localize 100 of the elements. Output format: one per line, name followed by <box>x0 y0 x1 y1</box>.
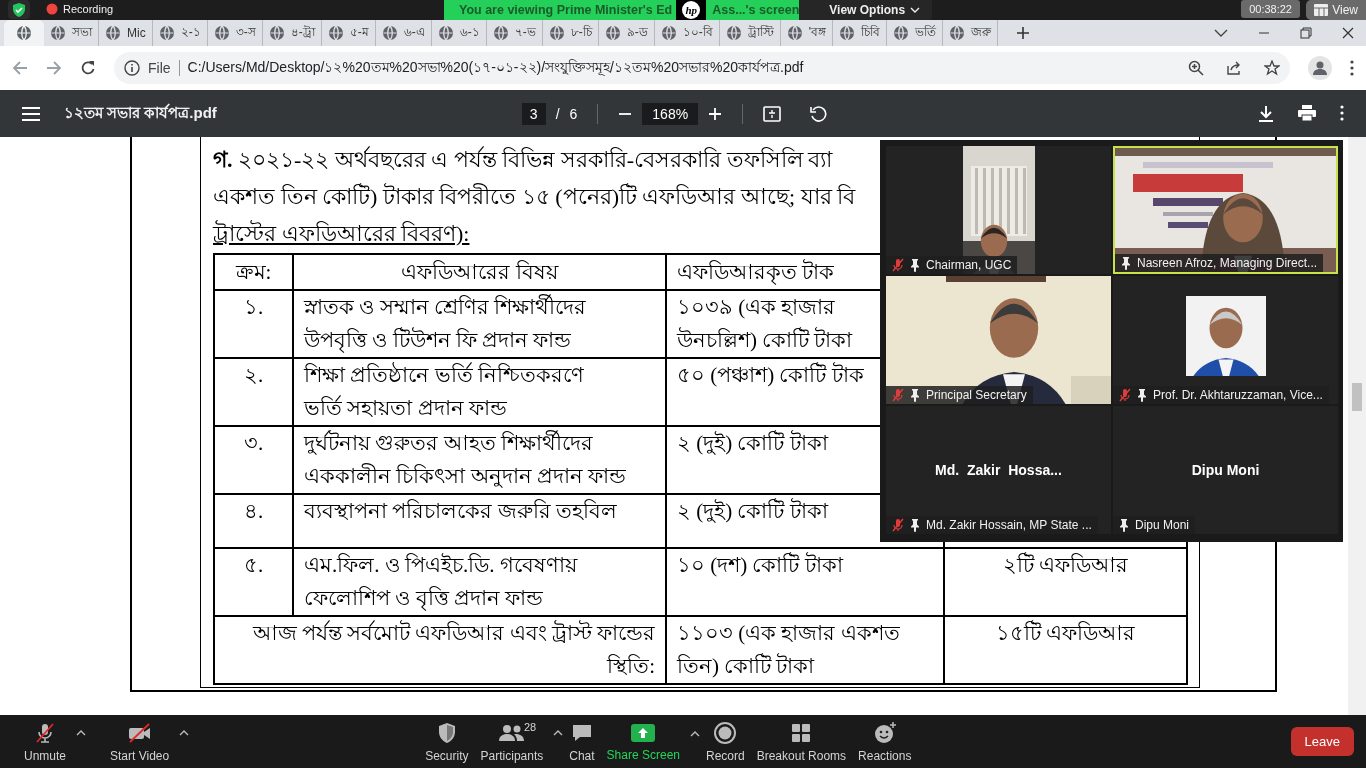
table-cell-text: ৫. <box>243 552 264 579</box>
globe-icon <box>892 25 909 41</box>
video-tile[interactable]: Prof. Dr. Akhtaruzzaman, Vice... <box>1113 276 1338 404</box>
rotate-icon[interactable] <box>809 104 828 123</box>
participant-label: Md. Zakir Hossain, MP State ... <box>926 518 1092 532</box>
participant-name: Md. Zakir Hossa... <box>935 462 1062 478</box>
globe-icon <box>660 25 677 41</box>
scheme-label: File <box>148 60 180 76</box>
paragraph-line: একশত তিন কোটি) টাকার বিপরীতে ১৫ (পনের)টি এফডিআর আছে; যার বি <box>213 182 857 211</box>
zoom-level-field[interactable]: 168% <box>642 102 699 125</box>
toolbar-button[interactable]: Record <box>700 718 751 765</box>
zoom-in-icon[interactable] <box>1188 60 1204 76</box>
caret-icon <box>690 729 700 738</box>
globe-icon <box>838 25 855 41</box>
globe-icon <box>381 25 398 41</box>
caret-icon <box>76 728 87 737</box>
restore-icon[interactable] <box>1300 27 1312 39</box>
globe-icon <box>50 25 66 41</box>
video-tile[interactable]: Nasreen Afroz, Managing Direct... <box>1113 146 1338 274</box>
pin-icon <box>910 258 920 272</box>
table-cell-text: ২. <box>243 362 264 389</box>
participant-name: Dipu Moni <box>1191 462 1260 478</box>
download-icon[interactable] <box>1258 104 1274 123</box>
share-icon[interactable] <box>1226 60 1242 76</box>
smiley-icon <box>872 720 897 745</box>
leave-button[interactable]: Leave <box>1290 727 1354 756</box>
view-options-button[interactable]: View Options <box>799 0 933 20</box>
forward-arrow-icon[interactable] <box>46 60 62 76</box>
reload-icon[interactable] <box>80 60 96 76</box>
record-icon <box>713 720 738 745</box>
table-cell-text: আজ পর্যন্ত সর্বমোট এফডিআর এবং ট্রাস্ট ফান্ডের স্থিতি: <box>252 619 655 680</box>
toolbar-button[interactable]: Share Screen <box>600 719 686 764</box>
banner-text: You are viewing Prime Minister's Ed <box>459 2 673 19</box>
table-cell-text: দুর্ঘটনায় গুরুতর আহত শিক্ষার্থীদের এককালীন চিকিৎসা অনুদান প্রদান ফান্ড <box>304 429 626 490</box>
table-cell-text: শিক্ষা প্রতিষ্ঠানে ভর্তি নিশ্চিতকরণে ভর্তি সহায়তা প্রদান ফান্ড <box>304 361 584 422</box>
pin-icon <box>910 518 920 532</box>
meeting-timer: 00:38:22 <box>1241 0 1300 18</box>
table-cell-text: ২ (দুই) কোটি টাকা <box>677 429 828 457</box>
address-bar[interactable]: File C:/Users/Md/Desktop/১২%20তম%20সভা%20(১৭-০১-২২)/সংযুক্তিসমূহ/১২তম%20সভার%20কার্যপত্র.pdf <box>114 52 1290 84</box>
globe-icon <box>16 25 32 41</box>
globe-icon <box>725 25 742 41</box>
table-cell-text: ২টি এফডিআর <box>1002 551 1129 579</box>
url-text: C:/Users/Md/Desktop/১২%20তম%20সভা%20(১৭-০১-২২)/সংযুক্তিসমূহ/১২তম%20সভার%20কার্যপত্র.pdf <box>187 58 804 78</box>
view-button[interactable]: View <box>1306 0 1366 20</box>
video-tile[interactable]: Principal Secretary <box>886 276 1111 404</box>
toolbar-button[interactable]: Unmute <box>18 718 73 765</box>
page-count: 6 <box>569 105 578 122</box>
table-cell-text: ১০৩৯ (এক হাজার উনচল্লিশ) কোটি টাকা <box>677 294 853 354</box>
browser-tab[interactable] <box>4 20 44 46</box>
pin-icon <box>910 388 920 402</box>
table-cell-text: এম.ফিল. ও পিএইচ.ডি. গবেষণায় ফেলোশিপ ও বৃত্তি প্রদান ফান্ড <box>304 552 577 613</box>
grid-icon <box>1314 4 1329 16</box>
camera-off-icon <box>126 720 153 745</box>
caret-icon <box>553 728 564 737</box>
participant-label: Principal Secretary <box>926 388 1027 402</box>
toolbar-button[interactable]: Chat <box>563 718 601 765</box>
globe-icon <box>437 25 454 41</box>
toolbar-button[interactable]: 28 Participants <box>474 718 550 765</box>
video-tile[interactable]: Dipu Moni Dipu Moni <box>1113 406 1338 534</box>
zoom-in-icon[interactable] <box>708 106 723 121</box>
table-cell-text: ৫০ (পঞ্চাশ) কোটি টাক <box>677 361 864 389</box>
print-icon[interactable] <box>1298 104 1316 121</box>
video-tile[interactable]: Md. Zakir Hossa... Md. Zakir Hossain, MP State ... <box>886 406 1111 534</box>
toolbar-button[interactable]: Security <box>419 718 475 765</box>
globe-icon <box>492 25 509 41</box>
close-icon[interactable] <box>1342 27 1354 39</box>
more-vertical-icon[interactable] <box>1350 60 1354 76</box>
column-header: এফডিআরের বিষয় <box>401 258 558 286</box>
toolbar-button[interactable]: Reactions <box>852 718 918 765</box>
fit-page-icon[interactable] <box>763 104 782 123</box>
column-header: ক্রম: <box>235 258 272 286</box>
document-title: ১২তম সভার কার্যপত্র.pdf <box>64 102 217 123</box>
recording-label: Recording <box>63 3 114 15</box>
shield-check-icon <box>11 1 27 18</box>
globe-icon <box>268 25 285 41</box>
profile-avatar[interactable] <box>1308 56 1332 80</box>
paragraph-line: ট্রাস্টের এফডিআরের বিবরণ): <box>213 219 471 248</box>
plus-icon <box>1015 26 1030 40</box>
back-arrow-icon[interactable] <box>12 60 28 76</box>
globe-icon <box>948 25 965 41</box>
chevron-down-icon[interactable] <box>1214 28 1228 38</box>
globe-icon <box>786 25 803 41</box>
page-number-field[interactable]: 3 <box>521 102 546 125</box>
more-vertical-icon[interactable] <box>1340 104 1344 121</box>
star-icon[interactable] <box>1264 60 1280 76</box>
caret-icon <box>179 728 190 737</box>
toolbar-button[interactable]: Start Video <box>104 718 176 765</box>
participant-count: 28 <box>523 720 537 733</box>
menu-icon[interactable] <box>22 106 40 121</box>
participant-label: Dipu Moni <box>1135 518 1190 532</box>
video-tile[interactable]: Chairman, UGC <box>886 146 1111 274</box>
toolbar-button[interactable]: Breakout Rooms <box>750 718 853 765</box>
participant-label: Chairman, UGC <box>926 258 1012 272</box>
scrollbar[interactable] <box>1348 137 1366 715</box>
recording-dot-icon <box>46 3 58 15</box>
table-cell-text: স্নাতক ও সম্মান শ্রেণির শিক্ষার্থীদের উপবৃত্তি ও টিউশন ফি প্রদান ফান্ড <box>304 293 586 355</box>
globe-icon <box>604 25 621 41</box>
banner-text: Ass...'s screen <box>712 2 800 19</box>
logo-text: hp <box>682 1 701 19</box>
pin-icon <box>1121 256 1131 270</box>
